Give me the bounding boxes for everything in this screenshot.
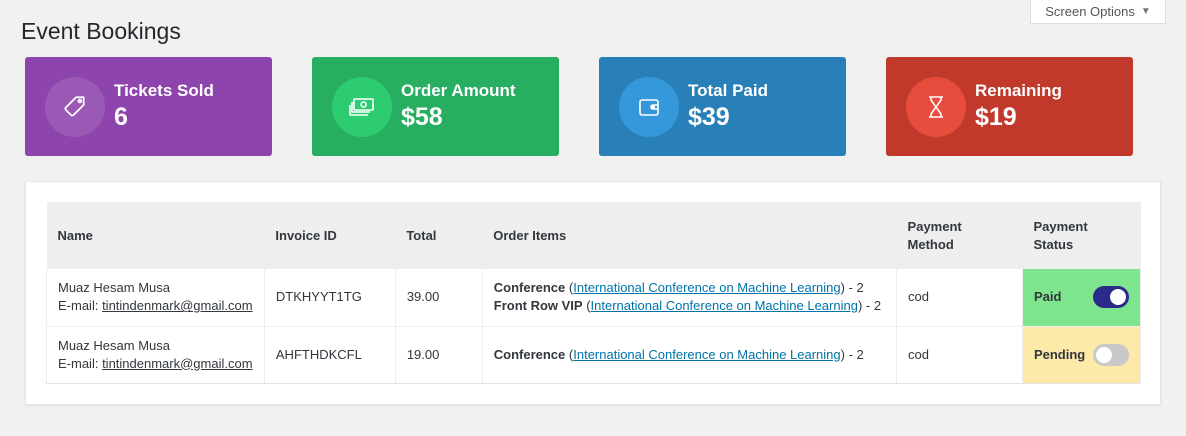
- customer-name: Muaz Hesam Musa: [58, 337, 170, 353]
- remaining-value: $19: [975, 103, 1017, 131]
- column-header-order-items: Order Items: [493, 227, 567, 243]
- tickets-sold-label: Tickets Sold: [114, 81, 214, 100]
- summary-cards: Tickets Sold 6 Order Amount $58 Total Pa…: [25, 57, 1133, 156]
- total-cell: 19.00: [394, 326, 483, 384]
- customer-email-line: E-mail: tintindenmark@gmail.com: [58, 355, 253, 373]
- table-row: Muaz Hesam Musa E-mail: tintindenmark@gm…: [46, 326, 1142, 384]
- event-link[interactable]: International Conference on Machine Lear…: [573, 280, 840, 295]
- payment-method-header-text: Payment Method: [907, 218, 962, 252]
- payment-status-label: Paid: [1033, 289, 1062, 305]
- toggle-knob: [1110, 289, 1126, 306]
- page-title: Event Bookings: [21, 18, 181, 44]
- tickets-sold-value: 6: [114, 103, 128, 131]
- ticket-qty: 2: [856, 346, 864, 362]
- invoice-cell: AHFTHDKCFL: [263, 326, 396, 384]
- money-icon: [332, 76, 392, 137]
- column-header-payment-status: Payment Status: [1033, 218, 1088, 252]
- payment-method-cell: cod: [896, 326, 1023, 384]
- customer-email: tintindenmark@gmail.com: [102, 298, 253, 314]
- toggle-knob: [1096, 346, 1112, 363]
- screen-options-label: Screen Options: [1045, 4, 1135, 19]
- table-header-row: Name Invoice ID Total Order Items Paymen…: [46, 202, 1141, 269]
- ticket-type: Front Row VIP: [493, 298, 583, 314]
- hourglass-icon: [906, 76, 966, 137]
- column-header-name: Name: [57, 227, 93, 243]
- bookings-panel: Name Invoice ID Total Order Items Paymen…: [25, 181, 1161, 405]
- tag-icon: [45, 76, 105, 137]
- bookings-table: Name Invoice ID Total Order Items Paymen…: [46, 202, 1142, 384]
- ticket-qty: 2: [873, 298, 882, 314]
- order-items-cell: Conference (International Conference on …: [481, 326, 897, 384]
- customer-email: tintindenmark@gmail.com: [102, 355, 253, 371]
- order-amount-label: Order Amount: [401, 81, 516, 100]
- total-paid-label: Total Paid: [688, 81, 768, 100]
- order-amount-value: $58: [401, 103, 443, 131]
- customer-name: Muaz Hesam Musa: [58, 280, 170, 296]
- customer-cell: Muaz Hesam Musa E-mail: tintindenmark@gm…: [46, 326, 265, 384]
- customer-cell: Muaz Hesam Musa E-mail: tintindenmark@gm…: [46, 269, 265, 327]
- total-cell: 39.00: [394, 269, 483, 327]
- payment-status-cell: Pending: [1021, 326, 1142, 384]
- total-paid-card: Total Paid $39: [599, 57, 846, 156]
- caret-down-icon: ▼: [1140, 6, 1151, 17]
- email-prefix: E-mail:: [58, 298, 103, 314]
- email-prefix: E-mail:: [58, 355, 103, 371]
- ticket-type: Conference: [493, 346, 566, 362]
- event-link[interactable]: International Conference on Machine Lear…: [573, 347, 840, 362]
- event-link[interactable]: International Conference on Machine Lear…: [591, 298, 858, 313]
- order-items-cell: Conference (International Conference on …: [481, 269, 897, 327]
- order-amount-card: Order Amount $58: [312, 57, 559, 156]
- tickets-sold-card: Tickets Sold 6: [25, 57, 272, 156]
- ticket-type: Conference: [493, 280, 566, 296]
- payment-status-toggle[interactable]: [1093, 343, 1129, 366]
- order-item: Conference (International Conference on …: [493, 280, 864, 296]
- column-header-total: Total: [406, 227, 437, 243]
- screen-options-button[interactable]: Screen Options ▼: [1030, 0, 1166, 24]
- remaining-label: Remaining: [975, 81, 1062, 100]
- order-item: Conference (International Conference on …: [493, 346, 864, 362]
- remaining-card: Remaining $19: [886, 57, 1133, 156]
- customer-email-line: E-mail: tintindenmark@gmail.com: [58, 297, 253, 315]
- column-header-payment-method: Payment Method: [897, 202, 1023, 269]
- payment-method-cell: cod: [896, 269, 1023, 327]
- total-paid-value: $39: [688, 103, 730, 131]
- wallet-icon: [619, 76, 679, 137]
- invoice-cell: DTKHYYT1TG: [263, 269, 396, 327]
- column-header-invoice: Invoice ID: [275, 227, 337, 243]
- ticket-qty: 2: [856, 280, 864, 296]
- table-row: Muaz Hesam Musa E-mail: tintindenmark@gm…: [46, 269, 1142, 327]
- payment-status-cell: Paid: [1021, 269, 1142, 327]
- payment-status-toggle[interactable]: [1093, 286, 1129, 309]
- order-item: Front Row VIP (International Conference …: [493, 298, 882, 314]
- payment-status-label: Pending: [1033, 346, 1086, 362]
